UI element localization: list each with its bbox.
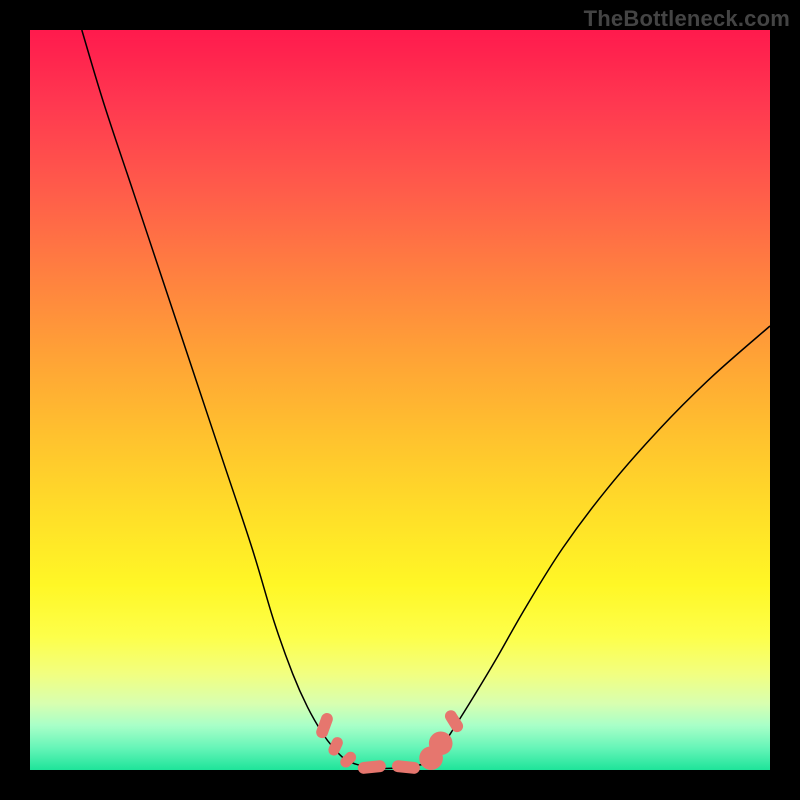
chart-svg [30, 30, 770, 770]
chart-frame: TheBottleneck.com [0, 0, 800, 800]
bead [443, 708, 466, 734]
plot-area [30, 30, 770, 770]
beads-group [315, 708, 466, 774]
bead [429, 732, 453, 756]
bead [338, 749, 358, 769]
watermark-text: TheBottleneck.com [584, 6, 790, 32]
curve-group [82, 30, 770, 769]
bead [391, 760, 420, 775]
bottleneck-curve [82, 30, 770, 769]
bead [357, 760, 386, 775]
bead [327, 735, 345, 757]
